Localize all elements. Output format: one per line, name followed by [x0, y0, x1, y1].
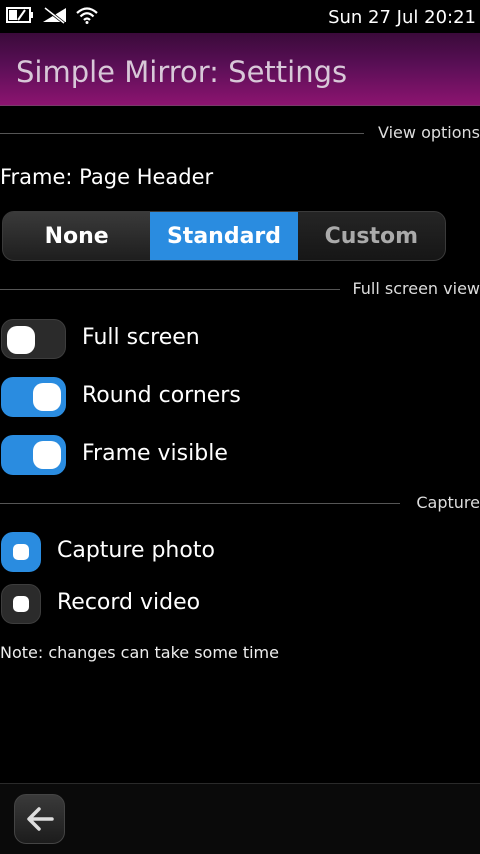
round-corners-switch[interactable] [1, 377, 66, 417]
note-text: Note: changes can take some time [0, 643, 279, 662]
round-corners-row: Round corners [0, 377, 480, 417]
section-header-capture: Capture [0, 491, 480, 515]
back-button[interactable] [14, 794, 65, 844]
page-header: Simple Mirror: Settings [0, 33, 480, 106]
section-label: Full screen view [352, 279, 480, 298]
frame-visible-row: Frame visible [0, 435, 480, 475]
back-arrow-icon [26, 807, 54, 831]
frame-visible-switch[interactable] [1, 435, 66, 475]
record-video-row: Record video [0, 584, 480, 624]
status-time: Sun 27 Jul 20:21 [328, 7, 476, 28]
full-screen-switch[interactable] [1, 319, 66, 359]
switch-knob [33, 383, 61, 411]
frame-label: Frame: Page Header [0, 165, 214, 189]
battery-icon [6, 7, 33, 23]
frame-visible-label: Frame visible [82, 441, 228, 466]
record-video-label: Record video [57, 590, 201, 615]
bottom-toolbar [0, 783, 480, 854]
full-screen-row: Full screen [0, 319, 480, 359]
radio-dot [13, 596, 29, 612]
section-divider [0, 133, 364, 134]
wifi-icon [76, 7, 98, 24]
full-screen-label: Full screen [82, 325, 200, 350]
section-label: View options [378, 123, 480, 142]
status-bar: Sun 27 Jul 20:21 [0, 0, 480, 33]
section-header-full-screen-view: Full screen view [0, 277, 480, 301]
section-label: Capture [416, 493, 480, 512]
capture-photo-radio[interactable] [1, 532, 41, 572]
switch-knob [33, 441, 61, 469]
section-header-view-options: View options [0, 121, 480, 145]
frame-option-custom[interactable]: Custom [297, 212, 445, 260]
status-icons [6, 6, 98, 24]
capture-photo-row: Capture photo [0, 532, 480, 572]
radio-dot [13, 544, 29, 560]
record-video-radio[interactable] [1, 584, 41, 624]
round-corners-label: Round corners [82, 383, 241, 408]
frame-segmented-control: None Standard Custom [2, 211, 446, 261]
frame-option-standard[interactable]: Standard [150, 212, 298, 260]
no-signal-icon [43, 6, 66, 24]
capture-photo-label: Capture photo [57, 538, 215, 563]
switch-knob [7, 326, 35, 354]
section-divider [0, 289, 340, 290]
page-title: Simple Mirror: Settings [16, 55, 348, 89]
section-divider [0, 503, 400, 504]
frame-option-none[interactable]: None [3, 212, 151, 260]
